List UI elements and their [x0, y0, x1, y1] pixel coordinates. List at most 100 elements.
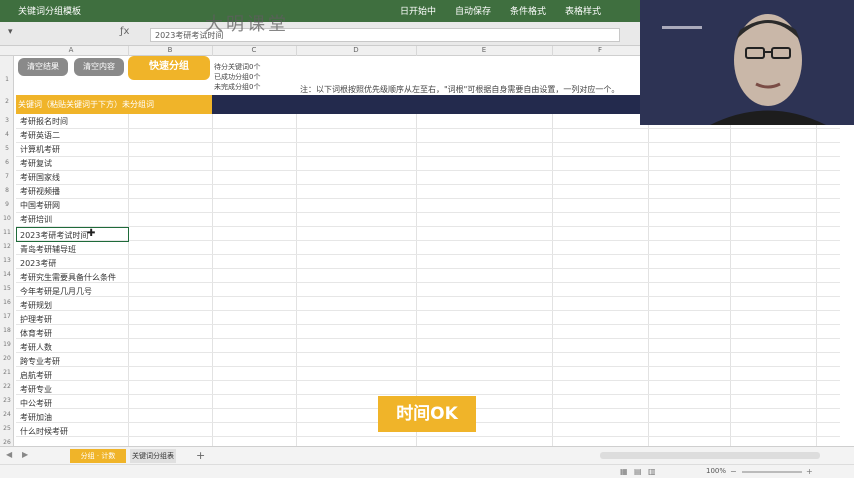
- row-number[interactable]: 6: [0, 159, 14, 166]
- page-break-icon[interactable]: ▥: [648, 467, 656, 476]
- menu-item-3[interactable]: 条件格式: [510, 4, 546, 17]
- cursor-cross-icon: ✚: [87, 228, 96, 239]
- col-header-e[interactable]: E: [416, 46, 553, 56]
- webcam-overlay: [640, 0, 854, 125]
- col-header-c[interactable]: C: [212, 46, 297, 56]
- row-number[interactable]: 13: [0, 257, 14, 264]
- grid-line: [16, 184, 840, 185]
- status-success: 已成功分组0个: [214, 73, 261, 81]
- grid-line: [16, 282, 840, 283]
- keyword-cell[interactable]: 中公考研: [20, 398, 52, 409]
- selected-cell[interactable]: 2023考研考试时间 ✚: [16, 227, 129, 242]
- row-number[interactable]: 16: [0, 299, 14, 306]
- page-layout-icon[interactable]: ▤: [634, 467, 642, 476]
- keyword-cell[interactable]: 2023考研考试时间: [20, 230, 88, 241]
- grid-line: [16, 394, 840, 395]
- keyword-cell[interactable]: 考研报名时间: [20, 116, 68, 127]
- root-columns-header[interactable]: [212, 95, 640, 114]
- row-number[interactable]: 4: [0, 131, 14, 138]
- grid-line: [128, 114, 129, 446]
- keyword-cell[interactable]: 体育考研: [20, 328, 52, 339]
- keyword-cell[interactable]: 考研视频播: [20, 186, 60, 197]
- window-title: 关键词分组模板: [18, 7, 82, 17]
- zoom-level[interactable]: 100%: [706, 467, 726, 475]
- row-headers: 1 2 3 4 5 6 7 8 9 10 11 12 13 14 15 16 1…: [0, 56, 14, 446]
- menu-item-2[interactable]: 自动保存: [455, 4, 491, 17]
- grid-line: [16, 128, 840, 129]
- keyword-column-header[interactable]: 关键词（粘贴关键词于下方）未分组词: [16, 95, 212, 114]
- row-number[interactable]: 26: [0, 439, 14, 446]
- add-sheet-button[interactable]: +: [196, 449, 205, 462]
- keyword-cell[interactable]: 青岛考研辅导班: [20, 244, 76, 255]
- keyword-cell[interactable]: 中国考研网: [20, 200, 60, 211]
- keyword-cell[interactable]: 考研人数: [20, 342, 52, 353]
- grid-line: [648, 114, 649, 446]
- keyword-cell[interactable]: 考研究生需要具备什么条件: [20, 272, 116, 283]
- row-number[interactable]: 14: [0, 271, 14, 278]
- clear-content-button[interactable]: 清空内容: [74, 58, 124, 76]
- tab-prev-icon[interactable]: ◀: [6, 450, 12, 459]
- cell-reference-icon[interactable]: ▾: [8, 27, 13, 37]
- tab-next-icon[interactable]: ▶: [22, 450, 28, 459]
- clear-results-button[interactable]: 清空结果: [18, 58, 68, 76]
- row-number[interactable]: 23: [0, 397, 14, 404]
- grid-line: [16, 338, 840, 339]
- tab-keyword-table[interactable]: 关键词分组表: [130, 449, 176, 463]
- quick-group-button[interactable]: 快速分组: [128, 56, 210, 80]
- row-number[interactable]: 11: [0, 229, 14, 236]
- keyword-cell[interactable]: 今年考研是几月几号: [20, 286, 92, 297]
- menu-item-4[interactable]: 表格样式: [565, 4, 601, 17]
- row-number[interactable]: 15: [0, 285, 14, 292]
- keyword-cell[interactable]: 考研加油: [20, 412, 52, 423]
- keyword-cell[interactable]: 护理考研: [20, 314, 52, 325]
- grid-line: [16, 310, 840, 311]
- row-number[interactable]: 9: [0, 201, 14, 208]
- grid-line: [296, 114, 297, 446]
- zoom-slider[interactable]: [742, 471, 802, 473]
- grid-line: [16, 212, 840, 213]
- horizontal-scrollbar[interactable]: [600, 452, 820, 459]
- presenter-video-icon: [640, 0, 854, 125]
- row-number[interactable]: 21: [0, 369, 14, 376]
- col-header-a[interactable]: A: [14, 46, 129, 56]
- row-number[interactable]: 17: [0, 313, 14, 320]
- row-number[interactable]: 19: [0, 341, 14, 348]
- keyword-cell[interactable]: 考研培训: [20, 214, 52, 225]
- status-unfinished: 未完成分组0个: [214, 83, 261, 91]
- row-number[interactable]: 20: [0, 355, 14, 362]
- keyword-cell[interactable]: 跨专业考研: [20, 356, 60, 367]
- keyword-cell[interactable]: 考研英语二: [20, 130, 60, 141]
- col-header-f[interactable]: F: [552, 46, 649, 56]
- col-header-d[interactable]: D: [296, 46, 417, 56]
- keyword-cell[interactable]: 考研规划: [20, 300, 52, 311]
- keyword-cell[interactable]: 考研专业: [20, 384, 52, 395]
- row-number[interactable]: 25: [0, 425, 14, 432]
- row-number[interactable]: 8: [0, 187, 14, 194]
- grid-line: [16, 380, 840, 381]
- row-number[interactable]: 7: [0, 173, 14, 180]
- keyword-cell[interactable]: 考研复试: [20, 158, 52, 169]
- row-number[interactable]: 1: [0, 76, 14, 83]
- keyword-cell[interactable]: 计算机考研: [20, 144, 60, 155]
- row-number[interactable]: 10: [0, 215, 14, 222]
- keyword-cell[interactable]: 考研国家线: [20, 172, 60, 183]
- keyword-cell[interactable]: 什么时候考研: [20, 426, 68, 437]
- menu-item-1[interactable]: 日开始中: [400, 4, 436, 17]
- tab-grouping-count[interactable]: 分组 · 计数: [70, 449, 126, 463]
- grid-line: [16, 366, 840, 367]
- row-number[interactable]: 5: [0, 145, 14, 152]
- keyword-cell[interactable]: 启航考研: [20, 370, 52, 381]
- zoom-in-icon[interactable]: +: [806, 467, 813, 476]
- row-number[interactable]: 22: [0, 383, 14, 390]
- normal-view-icon[interactable]: ▦: [620, 467, 628, 476]
- row-number[interactable]: 2: [0, 98, 14, 105]
- row-number[interactable]: 18: [0, 327, 14, 334]
- keyword-cell[interactable]: 2023考研: [20, 258, 56, 269]
- col-header-b[interactable]: B: [128, 46, 213, 56]
- row-number[interactable]: 24: [0, 411, 14, 418]
- zoom-out-icon[interactable]: −: [730, 467, 737, 476]
- row-number[interactable]: 12: [0, 243, 14, 250]
- row-number[interactable]: 3: [0, 117, 14, 124]
- grid-line: [212, 114, 213, 446]
- fx-icon[interactable]: ƒx: [120, 26, 129, 37]
